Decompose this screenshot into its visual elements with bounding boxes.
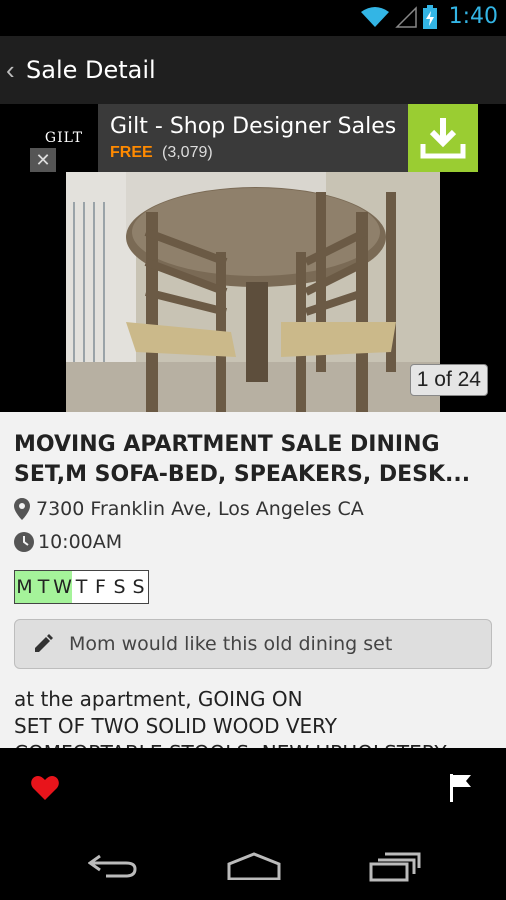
ad-card[interactable]: GILT ✕ Gilt - Shop Designer Sales FREE (… [30, 104, 478, 172]
address-row[interactable]: 7300 Franklin Ave, Los Angeles CA [14, 498, 364, 520]
note-text[interactable]: Mom would like this old dining set [69, 633, 392, 655]
ad-banner[interactable]: GILT ✕ Gilt - Shop Designer Sales FREE (… [0, 104, 506, 172]
description-line: SET OF TWO SOLID WOOD VERY [14, 714, 338, 738]
pencil-icon [35, 634, 53, 652]
action-bar: ‹ Sale Detail [0, 36, 506, 104]
day-letter: W [53, 576, 72, 598]
sale-title: MOVING APARTMENT SALE DINING SET,M SOFA-… [14, 432, 471, 487]
description-line: COMFORTABLE STOOLS, NEW UPHOLSTERY [14, 740, 494, 748]
time-row: 10:00AM [14, 531, 122, 553]
clock-icon [14, 532, 34, 552]
day-tue: T [34, 571, 53, 603]
photo-counter: 1 of 24 [409, 364, 488, 396]
day-wed: W [53, 571, 72, 603]
day-letter: S [132, 576, 145, 598]
day-thu: T [72, 571, 91, 603]
signal-icon [394, 5, 417, 28]
battery-charging-icon [422, 4, 437, 29]
ad-logo-text: GILT [44, 130, 84, 146]
edit-note-button[interactable]: Mom would like this old dining set [14, 619, 492, 669]
recents-nav-icon[interactable] [369, 852, 421, 882]
day-letter: M [16, 576, 33, 598]
sale-time: 10:00AM [38, 531, 123, 553]
day-fri: F [91, 571, 110, 603]
bottom-action-bar [0, 748, 506, 828]
status-bar: 1:40 [0, 0, 506, 36]
sale-photo[interactable] [66, 172, 440, 412]
description-line: at the apartment, GOING ON [14, 687, 303, 711]
day-letter: F [95, 576, 106, 598]
status-icons: 1:40 [360, 4, 498, 29]
back-nav-icon[interactable] [88, 854, 138, 878]
day-mon: M [15, 571, 34, 603]
day-sun: S [129, 571, 148, 603]
heart-icon[interactable] [31, 776, 59, 800]
system-nav-bar [0, 828, 506, 900]
sale-description: at the apartment, GOING ON SET OF TWO SO… [14, 686, 494, 748]
sale-address[interactable]: 7300 Franklin Ave, Los Angeles CA [36, 498, 364, 520]
ad-title[interactable]: Gilt - Shop Designer Sales [110, 114, 396, 139]
location-pin-icon [14, 498, 30, 520]
day-letter: T [75, 576, 88, 598]
chevron-left-icon[interactable]: ‹ [6, 55, 22, 86]
day-sat: S [110, 571, 129, 603]
close-icon[interactable]: ✕ [30, 148, 56, 172]
download-icon[interactable] [408, 104, 478, 172]
flag-icon[interactable] [450, 774, 472, 802]
status-time: 1:40 [448, 4, 498, 29]
weekday-indicator: M T W T F S S [14, 570, 149, 604]
photo-gallery[interactable]: 1 of 24 [0, 172, 506, 412]
day-letter: T [37, 576, 50, 598]
home-nav-icon[interactable] [226, 852, 282, 880]
ad-rating-count: (3,079) [162, 144, 213, 161]
wifi-icon [360, 6, 389, 27]
page-title[interactable]: Sale Detail [26, 56, 156, 84]
day-letter: S [113, 576, 126, 598]
sale-detail-content[interactable]: MOVING APARTMENT SALE DINING SET,M SOFA-… [0, 412, 506, 748]
ad-price: FREE [110, 144, 153, 161]
